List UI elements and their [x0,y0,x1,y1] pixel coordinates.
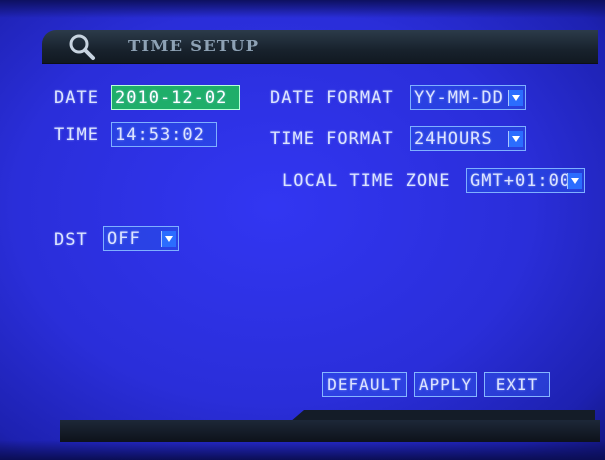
time-zone-label: LOCAL TIME ZONE [282,171,451,191]
dst-select[interactable]: OFF [103,226,179,251]
exit-button[interactable]: EXIT [484,372,550,397]
date-format-value: YY-MM-DD [414,88,504,108]
date-format-label: DATE FORMAT [270,88,394,108]
window-title: TIME SETUP [128,37,260,55]
apply-button[interactable]: APPLY [414,372,477,397]
bottom-shade [0,440,605,460]
time-setup-screen: TIME SETUP DATE 2010-12-02 DATE FORMAT Y… [0,0,605,460]
dst-value: OFF [107,229,141,249]
time-format-select[interactable]: 24HOURS [410,126,526,151]
bottom-bar [60,420,600,442]
time-format-value: 24HOURS [414,129,493,149]
chevron-down-icon [508,90,523,106]
dst-label: DST [54,230,88,250]
default-button[interactable]: DEFAULT [322,372,407,397]
time-zone-value: GMT+01:00 [470,171,572,191]
chevron-down-icon [161,231,176,247]
chevron-down-icon [567,173,582,189]
title-bar [42,30,598,64]
time-label: TIME [54,125,99,145]
chevron-down-icon [508,131,523,147]
time-field[interactable]: 14:53:02 [111,122,217,147]
search-icon [69,34,95,60]
time-format-label: TIME FORMAT [270,129,394,149]
date-field[interactable]: 2010-12-02 [111,85,240,110]
top-shade [0,0,605,18]
date-label: DATE [54,88,99,108]
date-format-select[interactable]: YY-MM-DD [410,85,526,110]
time-zone-select[interactable]: GMT+01:00 [466,168,585,193]
